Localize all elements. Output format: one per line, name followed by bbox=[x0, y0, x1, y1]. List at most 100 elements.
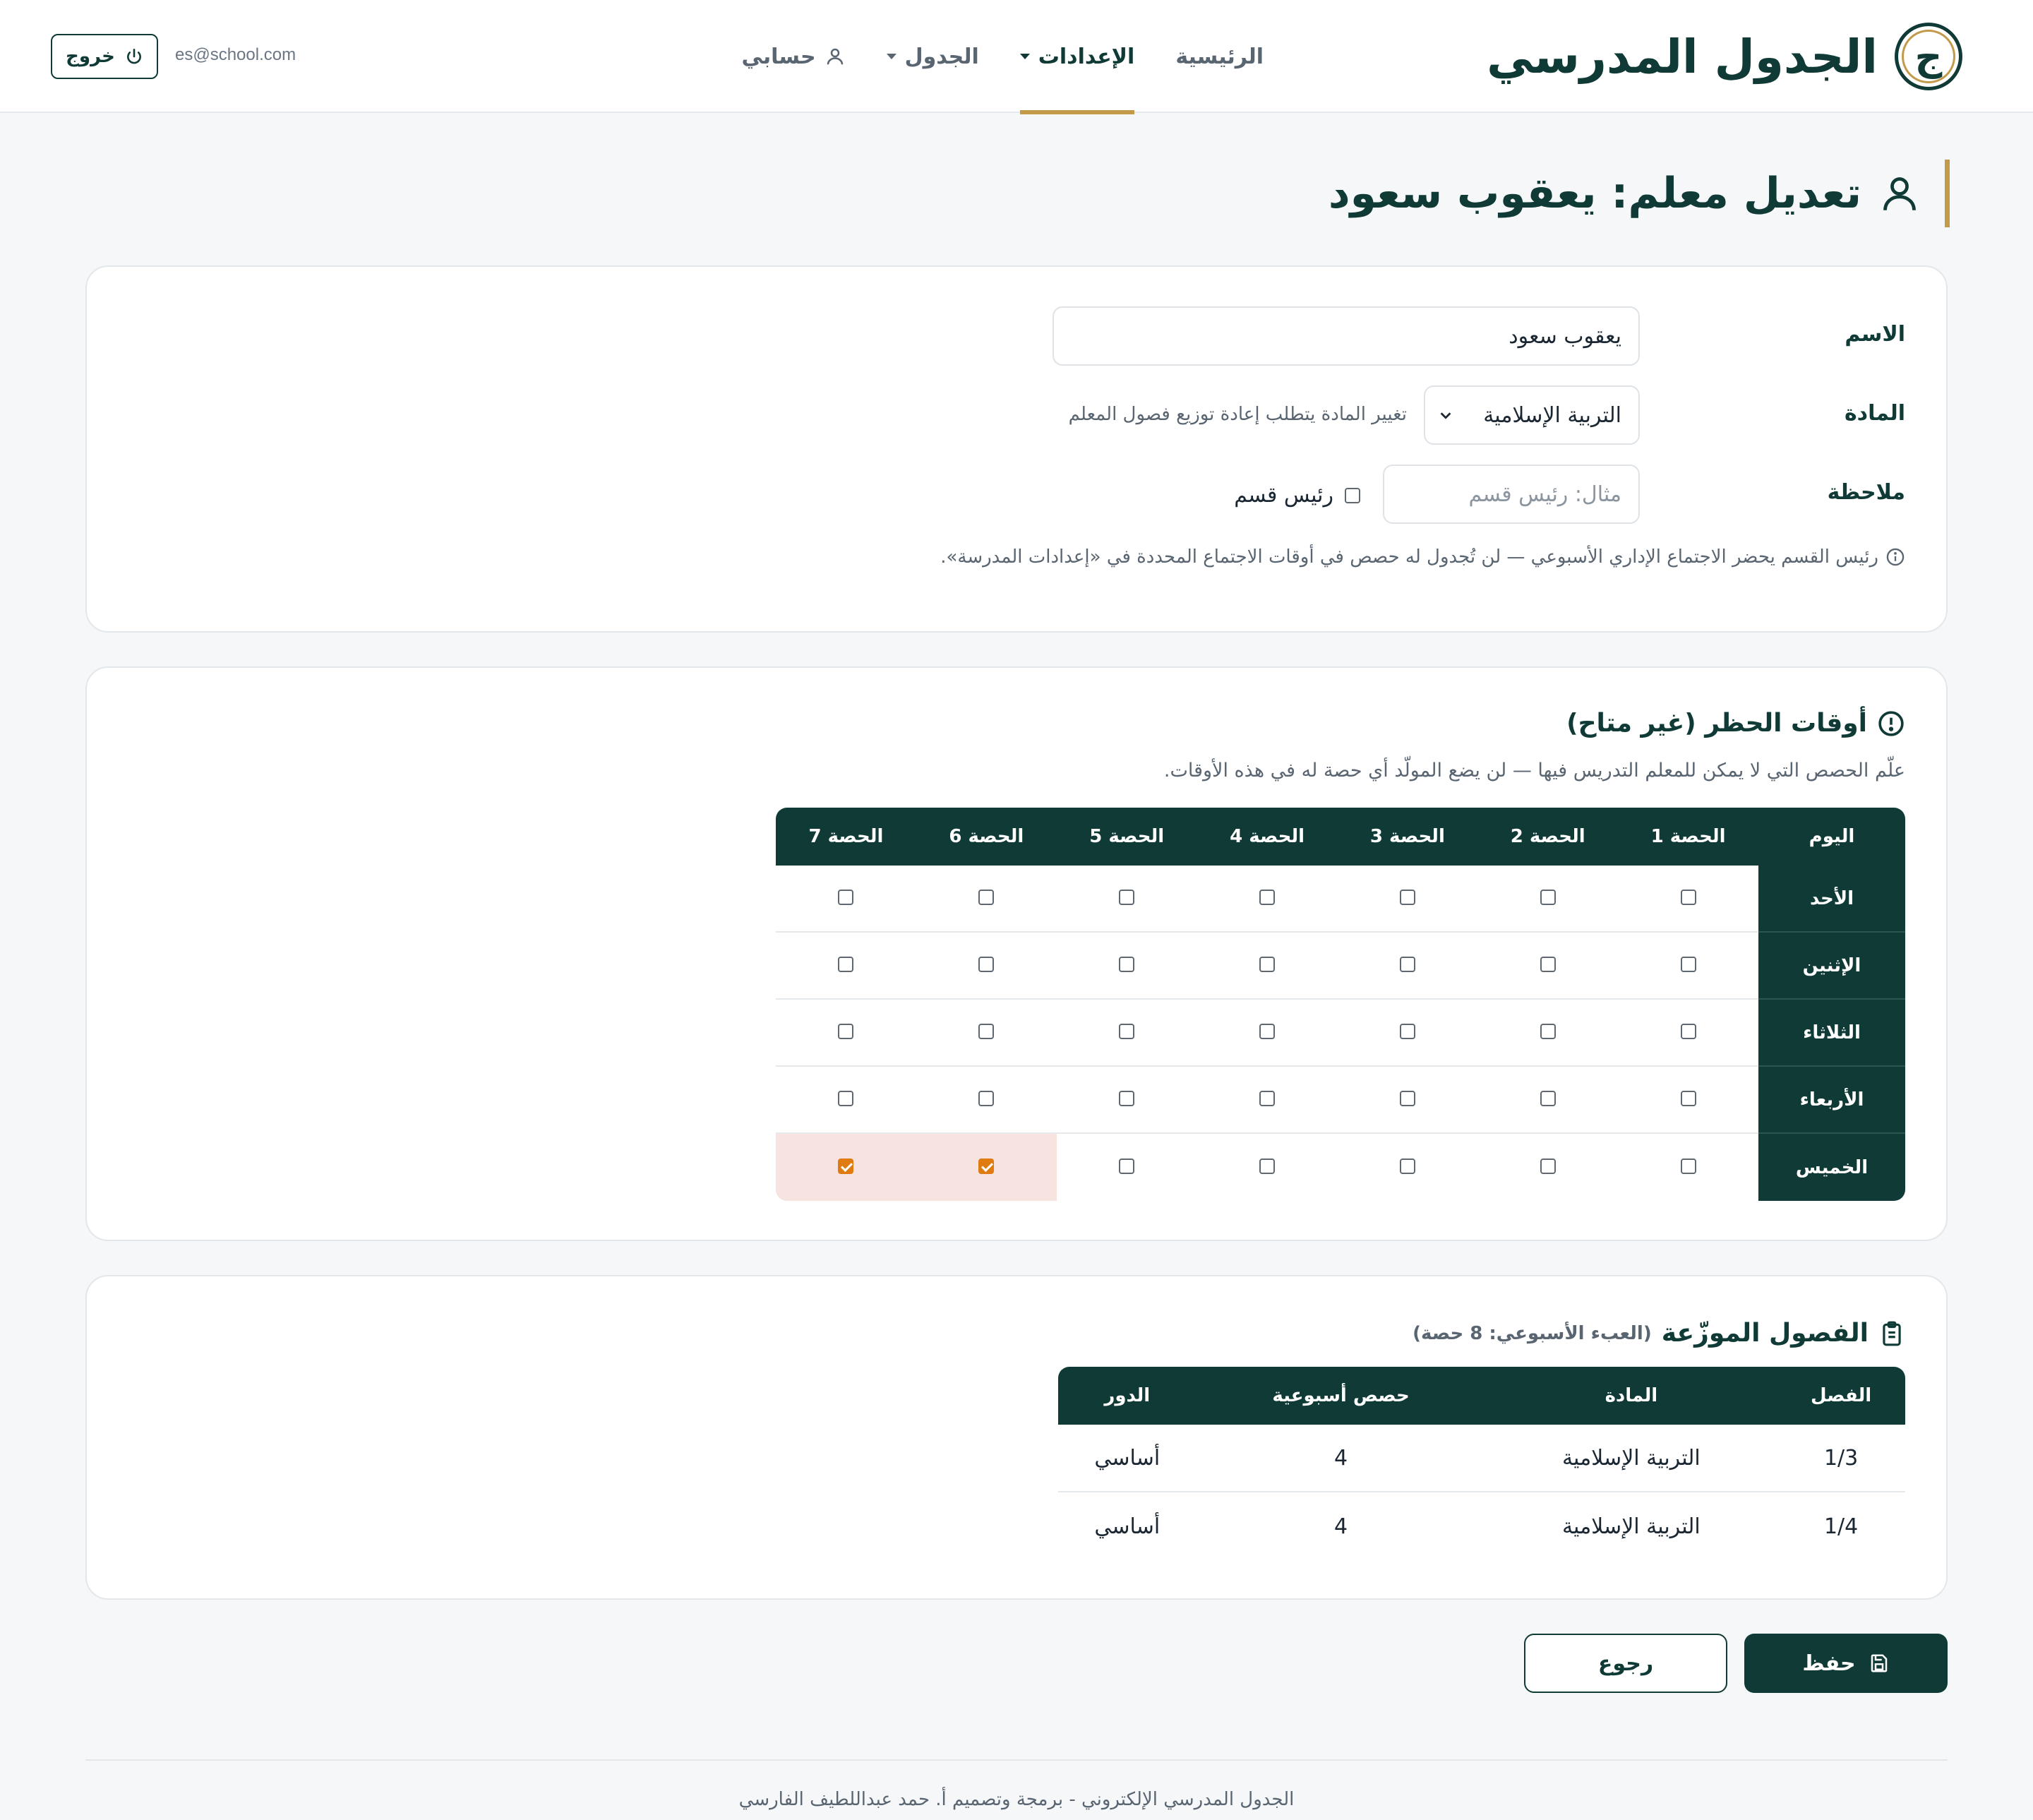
blocked-period-checkbox[interactable] bbox=[1680, 889, 1696, 905]
period-cell[interactable] bbox=[1057, 1134, 1197, 1201]
nav-account[interactable]: حسابي bbox=[742, 0, 846, 113]
alert-circle-icon bbox=[1878, 710, 1904, 736]
blocked-times-title-text: أوقات الحظر (غير متاح) bbox=[1566, 709, 1867, 738]
blocked-period-checkbox[interactable] bbox=[838, 1158, 854, 1174]
nav-settings[interactable]: الإعدادات bbox=[1019, 0, 1134, 114]
back-button[interactable]: رجوع bbox=[1524, 1634, 1727, 1693]
role-cell: أساسي bbox=[1094, 1514, 1161, 1539]
blocked-period-checkbox[interactable] bbox=[1119, 889, 1135, 905]
availability-row: الأربعاء bbox=[776, 1067, 1905, 1134]
blocked-period-checkbox[interactable] bbox=[1399, 956, 1415, 972]
period-cell[interactable] bbox=[916, 933, 1057, 1000]
period-cell[interactable] bbox=[1197, 933, 1338, 1000]
period-cell[interactable] bbox=[1477, 1000, 1619, 1067]
blocked-period-checkbox[interactable] bbox=[1540, 956, 1556, 972]
blocked-period-checkbox[interactable] bbox=[838, 956, 854, 972]
period-cell[interactable] bbox=[776, 1000, 916, 1067]
nav-schedule[interactable]: الجدول bbox=[886, 0, 979, 113]
subject-select[interactable]: التربية الإسلامية bbox=[1424, 385, 1640, 445]
logout-button[interactable]: خروج bbox=[51, 34, 158, 79]
period-cell[interactable] bbox=[1197, 1000, 1338, 1067]
period-cell[interactable] bbox=[1477, 866, 1619, 933]
blocked-period-checkbox[interactable] bbox=[1259, 956, 1276, 972]
period-cell[interactable] bbox=[1337, 1067, 1478, 1134]
blocked-period-checkbox[interactable] bbox=[1680, 1023, 1696, 1039]
brand[interactable]: ج الجدول المدرسي bbox=[1487, 21, 1962, 92]
period-cell[interactable] bbox=[1056, 933, 1197, 1000]
blocked-period-checkbox[interactable] bbox=[978, 1023, 995, 1039]
blocked-period-checkbox[interactable] bbox=[1540, 1158, 1556, 1174]
day-cell: الأحد bbox=[1758, 866, 1905, 933]
period-cell[interactable] bbox=[1618, 866, 1758, 933]
weekly-periods-cell: 4 bbox=[1333, 1514, 1348, 1539]
period-cell[interactable] bbox=[1056, 866, 1197, 933]
period-cell[interactable] bbox=[1618, 1000, 1758, 1067]
period-cell[interactable] bbox=[1337, 1134, 1477, 1201]
period-cell[interactable] bbox=[1056, 1000, 1197, 1067]
period-cell[interactable] bbox=[1197, 1067, 1338, 1134]
blocked-period-checkbox[interactable] bbox=[1119, 1023, 1135, 1039]
period-cell[interactable] bbox=[1337, 1000, 1478, 1067]
period-cell[interactable] bbox=[1197, 1134, 1338, 1201]
brand-logo: ج bbox=[1895, 23, 1962, 90]
save-button[interactable]: حفظ bbox=[1744, 1634, 1948, 1693]
blocked-period-checkbox[interactable] bbox=[1540, 1023, 1556, 1039]
period-cell[interactable] bbox=[1477, 1134, 1618, 1201]
period-cell[interactable] bbox=[1197, 866, 1338, 933]
blocked-period-checkbox[interactable] bbox=[978, 956, 995, 972]
head-of-department-checkbox[interactable] bbox=[1345, 487, 1360, 503]
period-cell[interactable] bbox=[1337, 866, 1478, 933]
blocked-period-checkbox[interactable] bbox=[838, 889, 854, 905]
blocked-period-checkbox[interactable] bbox=[1119, 1090, 1135, 1106]
name-input[interactable] bbox=[1053, 306, 1640, 366]
blocked-period-checkbox[interactable] bbox=[1399, 1158, 1415, 1174]
blocked-times-title: أوقات الحظر (غير متاح) bbox=[1566, 709, 1905, 738]
blocked-period-checkbox[interactable] bbox=[1680, 1158, 1696, 1174]
blocked-period-checkbox[interactable] bbox=[978, 1090, 995, 1106]
blocked-period-checkbox[interactable] bbox=[1399, 1090, 1415, 1106]
period-cell[interactable] bbox=[776, 866, 916, 933]
teacher-info-card: الاسم المادة التربية الإسلامية تغيير الم… bbox=[85, 265, 1948, 633]
blocked-period-checkbox[interactable] bbox=[1540, 889, 1556, 905]
blocked-period-checkbox[interactable] bbox=[838, 1090, 854, 1106]
period-cell[interactable] bbox=[1477, 933, 1619, 1000]
period-cell[interactable] bbox=[1618, 1134, 1758, 1201]
note-input[interactable] bbox=[1383, 465, 1640, 524]
blocked-period-checkbox[interactable] bbox=[1259, 1023, 1276, 1039]
page-heading: تعديل معلم: يعقوب سعود bbox=[1329, 160, 1950, 227]
blocked-period-checkbox[interactable] bbox=[1680, 1090, 1696, 1106]
subject-label: المادة bbox=[1844, 401, 1905, 426]
class-column-header: الفصل bbox=[1777, 1367, 1905, 1425]
period-cell[interactable] bbox=[776, 1067, 916, 1134]
period-cell[interactable] bbox=[1477, 1067, 1619, 1134]
period-cell[interactable] bbox=[916, 1000, 1057, 1067]
head-of-department-toggle[interactable]: رئيس قسم bbox=[1234, 483, 1360, 508]
period-cell[interactable] bbox=[1618, 933, 1758, 1000]
nav-home[interactable]: الرئيسية bbox=[1175, 0, 1264, 113]
weekly-load-text: (العبء الأسبوعي: 8 حصة) bbox=[1413, 1322, 1652, 1344]
blocked-period-checkbox[interactable] bbox=[838, 1023, 854, 1039]
period-cell[interactable] bbox=[916, 1067, 1057, 1134]
period-cell[interactable] bbox=[776, 1134, 916, 1201]
period-cell[interactable] bbox=[1618, 1067, 1758, 1134]
period-cell[interactable] bbox=[916, 1134, 1057, 1201]
blocked-period-checkbox[interactable] bbox=[1399, 889, 1415, 905]
blocked-period-checkbox[interactable] bbox=[1259, 889, 1276, 905]
blocked-period-checkbox[interactable] bbox=[1119, 1158, 1135, 1174]
day-column-header: اليوم bbox=[1758, 808, 1905, 866]
period-cell[interactable] bbox=[1056, 1067, 1197, 1134]
period-cell[interactable] bbox=[1337, 933, 1478, 1000]
blocked-period-checkbox[interactable] bbox=[978, 889, 995, 905]
blocked-period-checkbox[interactable] bbox=[1119, 956, 1135, 972]
note-label: ملاحظة bbox=[1827, 480, 1905, 505]
period-cell[interactable] bbox=[916, 866, 1057, 933]
blocked-period-checkbox[interactable] bbox=[1399, 1023, 1415, 1039]
blocked-period-checkbox[interactable] bbox=[1259, 1158, 1276, 1174]
blocked-period-checkbox[interactable] bbox=[978, 1158, 995, 1174]
period-cell[interactable] bbox=[776, 933, 916, 1000]
blocked-period-checkbox[interactable] bbox=[1680, 956, 1696, 972]
role-cell: أساسي bbox=[1058, 1425, 1197, 1492]
subject-cell: التربية الإسلامية bbox=[1485, 1425, 1777, 1492]
blocked-period-checkbox[interactable] bbox=[1259, 1090, 1276, 1106]
blocked-period-checkbox[interactable] bbox=[1540, 1090, 1556, 1106]
